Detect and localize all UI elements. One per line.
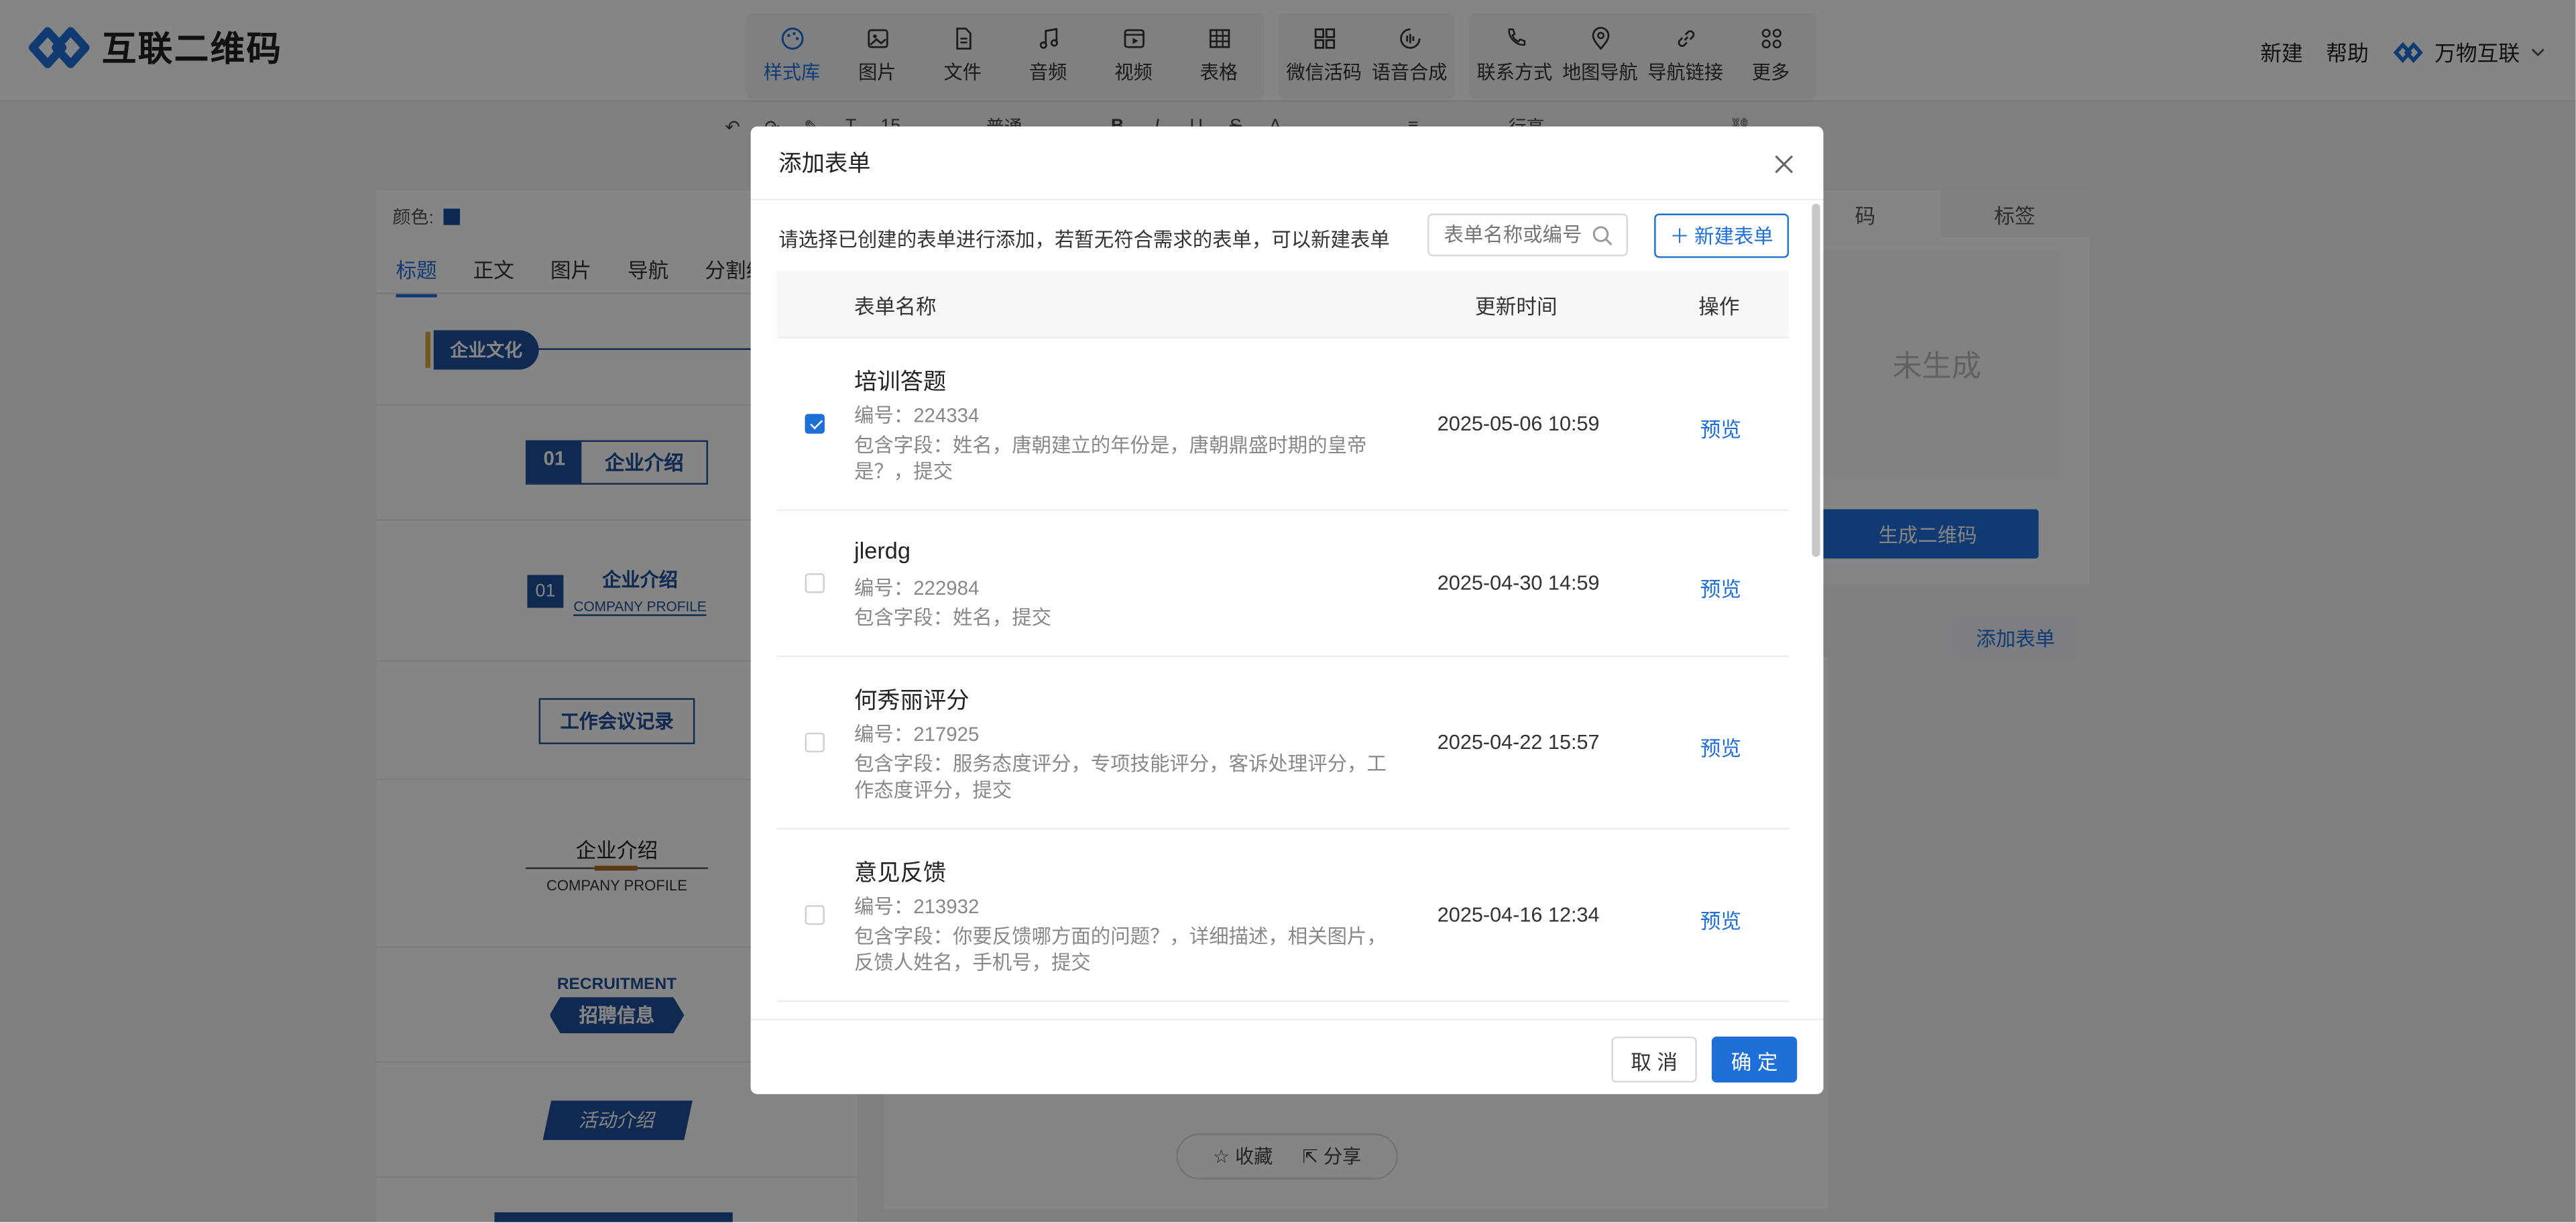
form-fields: 包含字段：你要反馈哪方面的问题？，详细描述，相关图片，反馈人姓名，手机号，提交 bbox=[854, 925, 1387, 974]
table-row[interactable]: 意见反馈 编号：213932 包含字段：你要反馈哪方面的问题？，详细描述，相关图… bbox=[776, 829, 1790, 1002]
form-fields: 包含字段：姓名，唐朝建立的年份是，唐朝鼎盛时期的皇帝是？，提交 bbox=[854, 433, 1367, 483]
form-code: 编号：222984 bbox=[854, 576, 980, 600]
row-checkbox[interactable] bbox=[805, 905, 825, 925]
add-form-dialog: 添加表单 请选择已创建的表单进行添加，若暂无符合需求的表单，可以新建表单 ＋ 新… bbox=[750, 126, 1824, 1094]
search-box[interactable] bbox=[1427, 213, 1628, 257]
search-icon bbox=[1592, 226, 1613, 246]
form-fields: 包含字段：姓名，提交 bbox=[854, 606, 1052, 630]
form-code: 编号：213932 bbox=[854, 895, 980, 919]
dialog-body: 请选择已创建的表单进行添加，若暂无符合需求的表单，可以新建表单 ＋ 新建表单 表… bbox=[751, 200, 1824, 1018]
search-input[interactable] bbox=[1444, 223, 1592, 247]
app-root: 互联二维码 样式库 图片 文件 音频 视频 表格 微信活码 语音合成 联系方式 … bbox=[0, 0, 2576, 1222]
form-code: 编号：217925 bbox=[854, 723, 980, 746]
form-fields: 包含字段：服务态度评分，专项技能评分，客诉处理评分，工作态度评分，提交 bbox=[854, 752, 1387, 802]
dialog-footer: 取 消 确 定 bbox=[750, 1018, 1824, 1094]
form-updated-time: 2025-04-16 12:34 bbox=[1437, 903, 1600, 927]
plus-icon: ＋ bbox=[1670, 225, 1690, 248]
form-name: 培训答题 bbox=[854, 367, 947, 394]
dialog-title: 添加表单 bbox=[778, 149, 871, 176]
close-icon[interactable] bbox=[1771, 151, 1797, 177]
row-checkbox[interactable] bbox=[805, 732, 825, 753]
form-updated-time: 2025-05-06 10:59 bbox=[1437, 412, 1600, 436]
table-row[interactable]: 何秀丽评分 编号：217925 包含字段：服务态度评分，专项技能评分，客诉处理评… bbox=[776, 657, 1790, 830]
column-name: 表单名称 bbox=[854, 294, 937, 318]
column-time: 更新时间 bbox=[1475, 294, 1558, 318]
column-action: 操作 bbox=[1698, 294, 1740, 318]
table-header: 表单名称 更新时间 操作 bbox=[776, 271, 1790, 339]
form-code: 编号：224334 bbox=[854, 404, 980, 427]
dialog-header: 添加表单 bbox=[750, 127, 1824, 200]
preview-link[interactable]: 预览 bbox=[1700, 572, 1741, 603]
form-updated-time: 2025-04-22 15:57 bbox=[1437, 731, 1600, 754]
form-table: 表单名称 更新时间 操作 培训答题 编号：224334 包含字段：姓名，唐朝建立… bbox=[776, 271, 1790, 1002]
form-name: 何秀丽评分 bbox=[854, 687, 970, 713]
row-checkbox[interactable] bbox=[805, 414, 825, 434]
row-checkbox[interactable] bbox=[805, 573, 825, 593]
cancel-button[interactable]: 取 消 bbox=[1611, 1036, 1697, 1083]
table-row[interactable]: jlerdg 编号：222984 包含字段：姓名，提交 2025-04-30 1… bbox=[776, 511, 1790, 657]
preview-link[interactable]: 预览 bbox=[1700, 412, 1741, 444]
table-row[interactable]: 培训答题 编号：224334 包含字段：姓名，唐朝建立的年份是，唐朝鼎盛时期的皇… bbox=[776, 339, 1790, 511]
form-name: 意见反馈 bbox=[854, 859, 947, 886]
new-form-label: 新建表单 bbox=[1694, 225, 1773, 248]
preview-link[interactable]: 预览 bbox=[1700, 904, 1741, 935]
form-updated-time: 2025-04-30 14:59 bbox=[1437, 571, 1600, 595]
scrollbar[interactable] bbox=[1812, 203, 1820, 557]
preview-link[interactable]: 预览 bbox=[1700, 731, 1741, 762]
confirm-button[interactable]: 确 定 bbox=[1711, 1036, 1798, 1083]
form-name: jlerdg bbox=[854, 537, 911, 564]
dialog-intro: 请选择已创建的表单进行添加，若暂无符合需求的表单，可以新建表单 bbox=[778, 228, 1390, 251]
new-form-button[interactable]: ＋ 新建表单 bbox=[1654, 213, 1790, 258]
